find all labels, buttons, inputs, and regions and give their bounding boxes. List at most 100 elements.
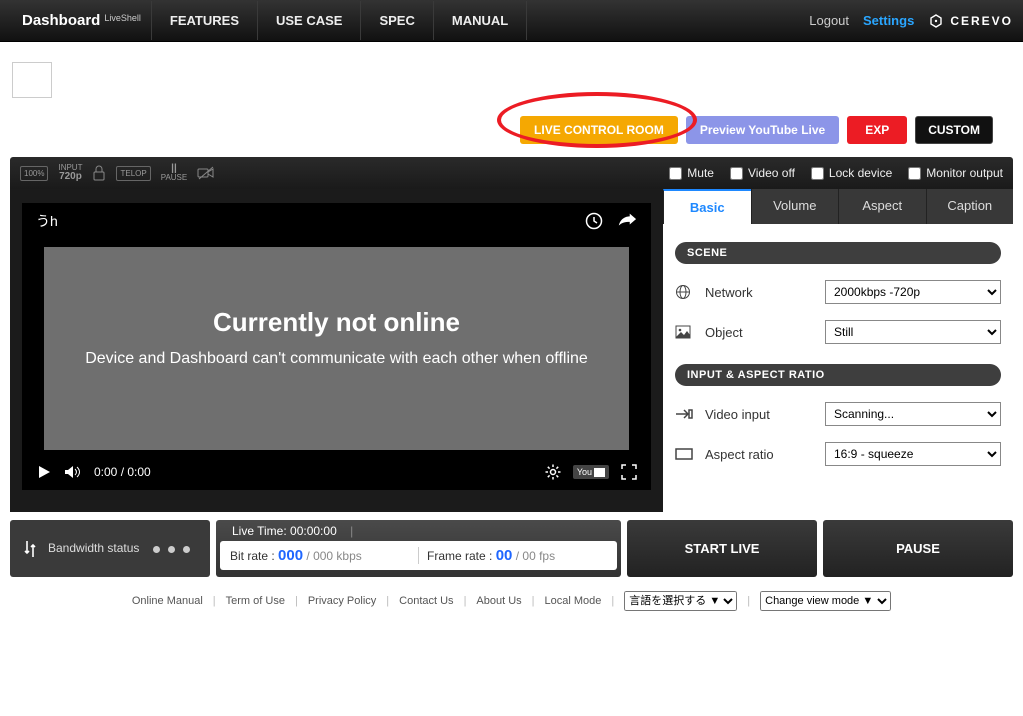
- stream-stats: Live Time: 00:00:00 | Bit rate : 000 / 0…: [216, 520, 621, 577]
- logout-link[interactable]: Logout: [809, 13, 849, 28]
- bandwidth-label: Bandwidth status: [48, 541, 139, 555]
- action-buttons: START LIVE PAUSE: [627, 520, 1013, 577]
- nav-links: FEATURES USE CASE SPEC MANUAL: [151, 1, 527, 40]
- bitrate-value: 000: [278, 547, 303, 564]
- tab-volume[interactable]: Volume: [751, 189, 839, 224]
- footer-contact-us[interactable]: Contact Us: [399, 595, 453, 607]
- video-title: うh: [36, 211, 58, 231]
- aspect-row: Aspect ratio 16:9 - squeeze: [675, 442, 1001, 466]
- mute-checkbox[interactable]: Mute: [669, 166, 714, 180]
- nav-features[interactable]: FEATURES: [151, 1, 257, 40]
- tab-aspect[interactable]: Aspect: [838, 189, 926, 224]
- custom-button[interactable]: CUSTOM: [915, 116, 993, 144]
- nav-usecase[interactable]: USE CASE: [257, 1, 360, 40]
- video-player: うh Currently not online Device and Dashb…: [22, 203, 651, 490]
- share-icon[interactable]: [617, 212, 637, 228]
- record-disabled-icon: [197, 165, 215, 181]
- footer-about-us[interactable]: About Us: [476, 595, 521, 607]
- footer-local-mode[interactable]: Local Mode: [545, 595, 602, 607]
- bitrate-max: / 000 kbps: [306, 549, 361, 563]
- live-time-value: 00:00:00: [290, 524, 337, 538]
- company-name: CEREVO: [950, 14, 1013, 28]
- thumbnail-placeholder: [12, 62, 52, 98]
- pause-indicator: || PAUSE: [161, 164, 188, 182]
- live-time-label: Live Time:: [232, 524, 287, 538]
- footer: Online Manual| Term of Use| Privacy Poli…: [0, 591, 1023, 611]
- pause-button[interactable]: PAUSE: [823, 520, 1013, 577]
- start-live-button[interactable]: START LIVE: [627, 520, 817, 577]
- video-offline-message: Currently not online Device and Dashboar…: [44, 247, 629, 450]
- battery-indicator: 100%: [20, 166, 48, 181]
- object-label: Object: [705, 325, 815, 340]
- footer-online-manual[interactable]: Online Manual: [132, 595, 203, 607]
- nav-manual[interactable]: MANUAL: [433, 1, 527, 40]
- lock-device-checkbox[interactable]: Lock device: [811, 166, 892, 180]
- panel-tabs: Basic Volume Aspect Caption: [663, 189, 1013, 224]
- network-select[interactable]: 2000kbps -720p: [825, 280, 1001, 304]
- scene-section-header: SCENE: [675, 242, 1001, 264]
- cerevo-icon: [928, 13, 944, 29]
- toolbar-status-icons: 100% INPUT 720p TELOP || PAUSE: [20, 164, 215, 182]
- aspect-icon: [675, 448, 695, 460]
- offline-text: Device and Dashboard can't communicate w…: [68, 348, 605, 370]
- aspect-label: Aspect ratio: [705, 447, 815, 462]
- settings-link[interactable]: Settings: [863, 13, 914, 28]
- tab-basic[interactable]: Basic: [663, 189, 751, 224]
- preview-youtube-button[interactable]: Preview YouTube Live: [686, 116, 839, 144]
- bitrate-cell: Bit rate : 000 / 000 kbps: [230, 547, 410, 564]
- top-navbar: Dashboard LiveShell FEATURES USE CASE SP…: [0, 0, 1023, 42]
- tab-caption[interactable]: Caption: [926, 189, 1014, 224]
- aspect-select[interactable]: 16:9 - squeeze: [825, 442, 1001, 466]
- network-label: Network: [705, 285, 815, 300]
- brand-logo: Dashboard LiveShell: [22, 12, 141, 29]
- live-time-row: Live Time: 00:00:00 |: [216, 524, 621, 541]
- image-icon: [675, 325, 695, 339]
- offline-heading: Currently not online: [68, 307, 605, 338]
- live-control-room-button[interactable]: LIVE CONTROL ROOM: [520, 116, 678, 144]
- settings-gear-icon[interactable]: [545, 464, 561, 480]
- view-mode-select[interactable]: Change view mode ▼: [760, 591, 891, 611]
- brand-subtitle: LiveShell: [104, 13, 141, 23]
- input-res-indicator: INPUT 720p: [58, 164, 82, 182]
- video-area: うh Currently not online Device and Dashb…: [10, 189, 663, 512]
- volume-icon[interactable]: [64, 464, 82, 480]
- company-logo: CEREVO: [928, 13, 1013, 29]
- rate-row: Bit rate : 000 / 000 kbps Frame rate : 0…: [220, 541, 617, 570]
- toolbar-checkboxes: Mute Video off Lock device Monitor outpu…: [669, 166, 1003, 180]
- nav-spec[interactable]: SPEC: [360, 1, 432, 40]
- watch-later-icon[interactable]: [585, 212, 603, 230]
- network-row: Network 2000kbps -720p: [675, 280, 1001, 304]
- brand-title: Dashboard: [22, 12, 100, 29]
- status-bar: Bandwidth status Live Time: 00:00:00 | B…: [10, 520, 1013, 577]
- monitor-output-checkbox[interactable]: Monitor output: [908, 166, 1003, 180]
- exp-button[interactable]: EXP: [847, 116, 907, 144]
- play-icon[interactable]: [36, 464, 52, 480]
- globe-icon: [675, 284, 695, 300]
- footer-privacy-policy[interactable]: Privacy Policy: [308, 595, 376, 607]
- device-toolbar: 100% INPUT 720p TELOP || PAUSE Mute Vide…: [10, 157, 1013, 189]
- video-off-checkbox[interactable]: Video off: [730, 166, 795, 180]
- video-input-select[interactable]: Scanning...: [825, 402, 1001, 426]
- main-split: うh Currently not online Device and Dashb…: [10, 189, 1013, 512]
- object-row: Object Still: [675, 320, 1001, 344]
- lock-icon: [92, 165, 106, 181]
- video-input-row: Video input Scanning...: [675, 402, 1001, 426]
- bandwidth-status: Bandwidth status: [10, 520, 210, 577]
- footer-term-of-use[interactable]: Term of Use: [226, 595, 285, 607]
- dashboard: 100% INPUT 720p TELOP || PAUSE Mute Vide…: [10, 157, 1013, 512]
- bandwidth-icon: [22, 539, 38, 559]
- youtube-badge[interactable]: You: [573, 465, 609, 479]
- telop-indicator: TELOP: [116, 166, 150, 181]
- framerate-unit: / 00 fps: [516, 549, 555, 563]
- video-header: うh: [22, 203, 651, 239]
- settings-panel: Basic Volume Aspect Caption SCENE Networ…: [663, 189, 1013, 512]
- input-arrow-icon: [675, 408, 695, 420]
- topbar-right: Logout Settings CEREVO: [809, 13, 1013, 29]
- bandwidth-dots: [149, 540, 194, 558]
- fullscreen-icon[interactable]: [621, 464, 637, 480]
- video-input-label: Video input: [705, 407, 815, 422]
- language-select[interactable]: 言語を選択する ▼: [624, 591, 737, 611]
- object-select[interactable]: Still: [825, 320, 1001, 344]
- input-section-header: INPUT & ASPECT RATIO: [675, 364, 1001, 386]
- mode-bar: LIVE CONTROL ROOM Preview YouTube Live E…: [0, 98, 1023, 154]
